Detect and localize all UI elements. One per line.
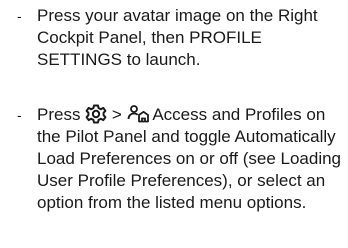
breadcrumb-separator: > [107, 105, 127, 124]
bullet-dash: - [17, 107, 22, 123]
instruction-text-2: Press > Access and Profiles on the Pilot… [37, 104, 342, 214]
instruction-text-1: Press your avatar image on the Right Coc… [37, 6, 318, 69]
user-profiles-icon [127, 104, 149, 124]
instruction-text-before-gear: Press [37, 105, 86, 124]
bullet-dash: - [17, 8, 22, 24]
gear-icon [85, 104, 107, 124]
